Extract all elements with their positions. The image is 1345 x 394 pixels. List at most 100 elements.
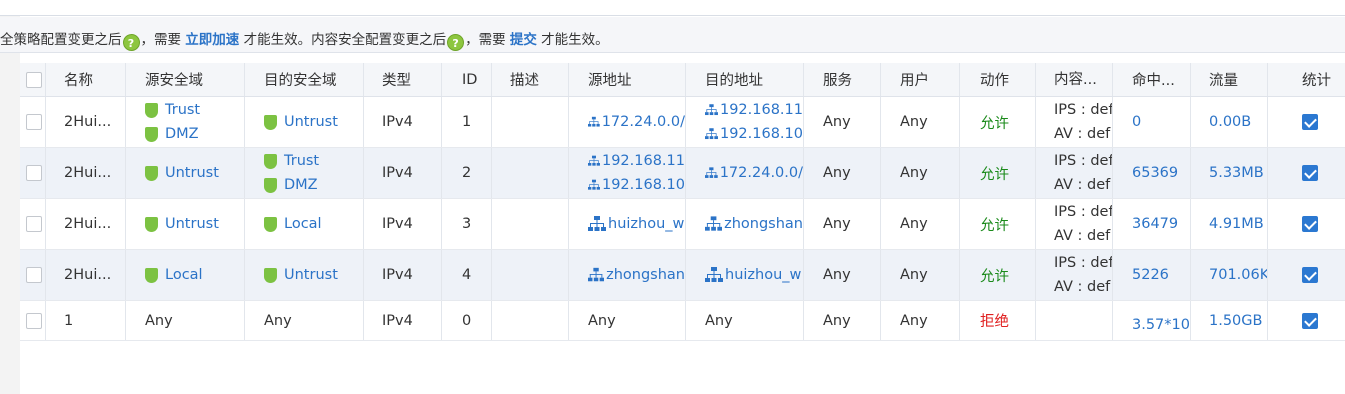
address-label: zhongshan: [724, 216, 803, 232]
stats-cell: [1268, 148, 1345, 198]
hits-value[interactable]: 0: [1113, 97, 1191, 147]
address-item[interactable]: zhongshan: [705, 212, 803, 236]
address-item[interactable]: huizhou_w: [588, 212, 685, 236]
col-header-dst-zone[interactable]: 目的安全域: [245, 63, 364, 96]
table-row[interactable]: 2Hui... Untrust Trust DMZ IPv4 2 192.168…: [20, 148, 1345, 199]
policy-name[interactable]: 2Hui...: [46, 199, 126, 249]
col-header-desc[interactable]: 描述: [492, 63, 569, 96]
hits-value[interactable]: 5226: [1113, 250, 1191, 300]
src-zone-cell: Trust DMZ: [126, 97, 245, 147]
zone-item[interactable]: Local: [145, 263, 244, 287]
zone-item[interactable]: Untrust: [145, 212, 244, 236]
address-item[interactable]: 192.168.11: [705, 98, 803, 122]
traffic-value[interactable]: 701.06K: [1191, 250, 1268, 300]
traffic-value[interactable]: 5.33MB: [1191, 148, 1268, 198]
policy-name[interactable]: 2Hui...: [46, 250, 126, 300]
hits-value[interactable]: 36479: [1113, 199, 1191, 249]
col-header-dst-addr[interactable]: 目的地址: [686, 63, 804, 96]
zone-item[interactable]: Untrust: [145, 161, 244, 185]
dst-zone-cell: Local: [245, 199, 364, 249]
col-header-src-addr[interactable]: 源地址: [569, 63, 686, 96]
network-icon: [588, 216, 606, 231]
address-label: 192.168.10: [719, 126, 803, 142]
src-addr-cell: 192.168.11 192.168.10: [569, 148, 686, 198]
content-cell: [1036, 301, 1113, 340]
service-value: Any: [804, 250, 881, 300]
help-icon[interactable]: ?: [447, 34, 465, 51]
table-header-row: 名称 源安全域 目的安全域 类型 ID 描述 源地址 目的地址 服务 用户 动作…: [20, 63, 1345, 97]
network-icon: [705, 267, 723, 282]
address-item[interactable]: 192.168.11: [588, 149, 685, 173]
table-row[interactable]: 2Hui... Local Untrust IPv4 4 zhongshan h…: [20, 250, 1345, 301]
table-row[interactable]: 2Hui... Untrust Local IPv4 3 huizhou_w z…: [20, 199, 1345, 250]
address-item[interactable]: huizhou_w: [705, 263, 803, 287]
address-item[interactable]: zhongshan: [588, 263, 685, 287]
submit-link[interactable]: 提交: [510, 32, 537, 48]
address-item[interactable]: 172.24.0.0/: [588, 110, 685, 134]
desc-value: [492, 250, 569, 300]
col-header-src-zone[interactable]: 源安全域: [126, 63, 245, 96]
src-zone-cell: Local: [126, 250, 245, 300]
shield-icon: [145, 126, 158, 142]
address-item[interactable]: 172.24.0.0/: [705, 161, 803, 185]
action-value: 允许: [960, 148, 1036, 198]
policy-name[interactable]: 2Hui...: [46, 148, 126, 198]
desc-value: [492, 301, 569, 340]
col-header-traffic[interactable]: 流量: [1191, 63, 1268, 96]
zone-item[interactable]: Untrust: [264, 110, 363, 134]
col-header-hits[interactable]: 命中...: [1113, 63, 1191, 96]
left-panel-edge: [0, 0, 20, 394]
zone-label: DMZ: [165, 126, 199, 142]
zone-item[interactable]: Trust: [264, 149, 363, 173]
row-checkbox[interactable]: [26, 312, 42, 329]
zone-item[interactable]: Trust: [145, 98, 244, 122]
hits-value[interactable]: 65369: [1113, 148, 1191, 198]
traffic-value[interactable]: 4.91MB: [1191, 199, 1268, 249]
select-all-checkbox[interactable]: [26, 71, 42, 88]
service-value: Any: [804, 199, 881, 249]
hits-value: 3.57*10: [1132, 316, 1190, 333]
dst-addr-cell: huizhou_w: [686, 250, 804, 300]
table-row[interactable]: 1 Any Any IPv4 0 Any Any Any Any 拒绝 3.57…: [20, 301, 1345, 341]
col-header-action[interactable]: 动作: [960, 63, 1036, 96]
zone-label: DMZ: [284, 177, 318, 193]
col-header-user[interactable]: 用户: [881, 63, 960, 96]
policy-name[interactable]: 1: [46, 301, 126, 340]
traffic-value[interactable]: 0.00B: [1191, 97, 1268, 147]
stats-checkbox[interactable]: [1302, 216, 1318, 232]
zone-item[interactable]: Local: [264, 212, 363, 236]
help-icon[interactable]: ?: [122, 34, 140, 51]
col-header-name[interactable]: 名称: [46, 63, 126, 96]
zone-item[interactable]: DMZ: [145, 122, 244, 146]
col-header-id[interactable]: ID: [442, 63, 492, 96]
stats-checkbox[interactable]: [1302, 114, 1318, 130]
network-icon: [588, 155, 600, 166]
table-row[interactable]: 2Hui... Trust DMZ Untrust IPv4 1 172.24.…: [20, 97, 1345, 148]
col-header-type[interactable]: 类型: [364, 63, 442, 96]
row-checkbox[interactable]: [26, 114, 42, 130]
hits-cell[interactable]: 3.57*107: [1113, 301, 1191, 340]
col-header-stats[interactable]: 统计: [1268, 63, 1345, 96]
content-av: AV : def: [1054, 177, 1111, 193]
col-header-content[interactable]: 内容...: [1036, 63, 1113, 96]
accelerate-now-link[interactable]: 立即加速: [185, 32, 239, 48]
dst-addr-cell: 172.24.0.0/: [686, 148, 804, 198]
stats-cell: [1268, 97, 1345, 147]
stats-checkbox[interactable]: [1302, 267, 1318, 283]
dst-zone-cell: Untrust: [245, 250, 364, 300]
row-checkbox[interactable]: [26, 267, 42, 283]
traffic-value[interactable]: 1.50GB: [1191, 301, 1268, 340]
address-label: 172.24.0.0/: [601, 114, 685, 130]
zone-item[interactable]: Untrust: [264, 263, 363, 287]
stats-checkbox[interactable]: [1302, 165, 1318, 181]
stats-checkbox[interactable]: [1302, 312, 1318, 329]
shield-icon: [264, 267, 277, 283]
zone-item[interactable]: DMZ: [264, 173, 363, 197]
row-checkbox[interactable]: [26, 165, 42, 181]
address-item[interactable]: 192.168.10: [705, 122, 803, 146]
policy-name[interactable]: 2Hui...: [46, 97, 126, 147]
row-checkbox[interactable]: [26, 216, 42, 232]
address-item[interactable]: 192.168.10: [588, 173, 685, 197]
type-value: IPv4: [364, 250, 442, 300]
col-header-service[interactable]: 服务: [804, 63, 881, 96]
